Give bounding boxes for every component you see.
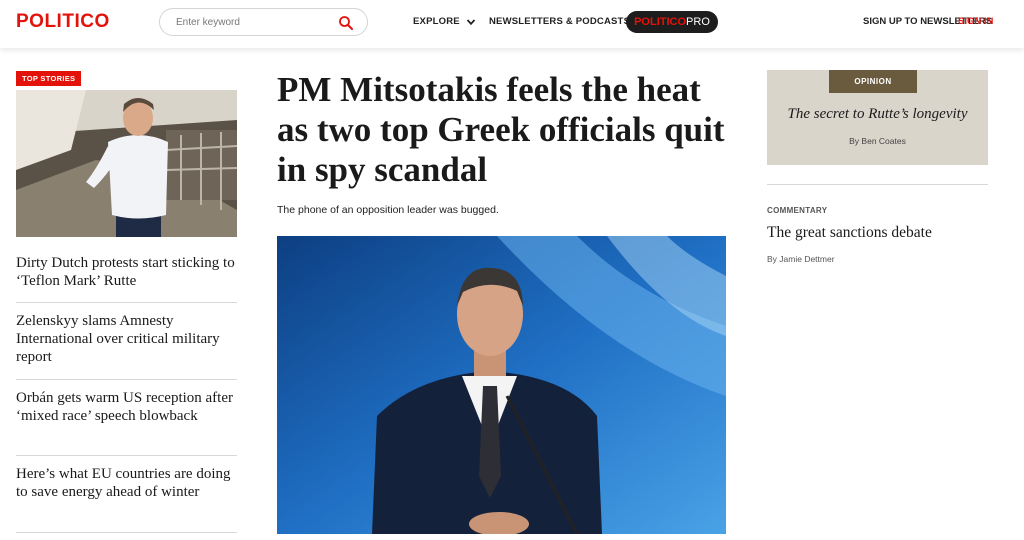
nav-explore[interactable]: EXPLORE [413,16,476,27]
pro-label-pro: PRO [686,16,710,28]
commentary-title[interactable]: The great sanctions debate [767,224,932,242]
divider [16,532,237,533]
search-icon[interactable] [338,15,354,31]
commentary-tag: COMMENTARY [767,206,828,215]
nav-newsletters-podcasts[interactable]: NEWSLETTERS & PODCASTS [489,16,646,27]
divider [16,455,237,456]
chevron-down-icon [466,18,475,25]
opinion-card[interactable]: OPINION The secret to Rutte’s longevity … [767,70,988,165]
nav-explore-label: EXPLORE [413,16,460,27]
lead-headline[interactable]: PM Mitsotakis feels the heat as two top … [277,70,737,190]
politico-pro-button[interactable]: POLITICO PRO [626,11,718,33]
top-story-4[interactable]: Here’s what EU countries are doing to sa… [16,465,237,501]
top-story-1[interactable]: Dirty Dutch protests start sticking to ‘… [16,254,237,290]
opinion-byline: By Ben Coates [849,136,906,146]
site-header: POLITICO EXPLORE NEWSLETTERS & PODCASTS … [0,0,1024,48]
mitsotakis-photo[interactable] [277,236,726,534]
rutte-photo[interactable] [16,90,237,237]
top-story-3[interactable]: Orbán gets warm US reception after ‘mixe… [16,389,237,425]
top-story-2[interactable]: Zelenskyy slams Amnesty International ov… [16,312,237,366]
opinion-title[interactable]: The secret to Rutte’s longevity [767,106,988,123]
search-input[interactable] [176,14,326,30]
politico-logo[interactable]: POLITICO [16,11,110,33]
opinion-tag: OPINION [829,70,917,93]
search-box[interactable] [159,8,368,36]
top-stories-badge: TOP STORIES [16,71,82,86]
pro-label-politico: POLITICO [634,16,687,28]
lead-dek: The phone of an opposition leader was bu… [277,204,499,216]
signin-link[interactable]: SIGN IN [958,16,993,27]
divider [16,302,237,303]
nav-newsletters-label: NEWSLETTERS & PODCASTS [489,16,631,27]
divider [767,184,988,185]
divider [16,379,237,380]
commentary-byline: By Jamie Dettmer [767,254,835,264]
